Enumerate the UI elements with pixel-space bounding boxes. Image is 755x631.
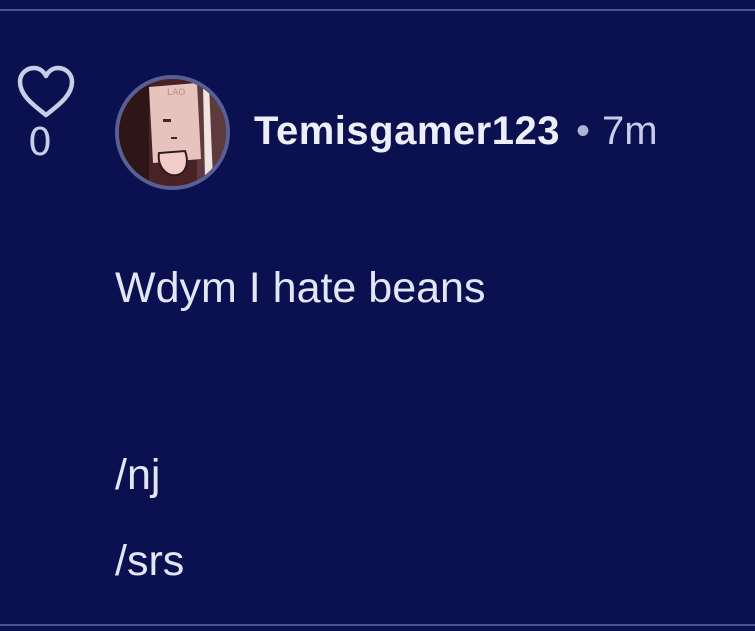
post-text-line: /srs — [115, 537, 185, 585]
post-header: Temisgamer123 • 7m — [254, 106, 658, 156]
like-count: 0 — [27, 120, 53, 164]
bottom-divider — [0, 624, 755, 626]
top-divider — [0, 9, 755, 11]
post-timestamp: 7m — [601, 108, 658, 153]
post-text-line: Wdym I hate beans — [115, 264, 486, 312]
like-button[interactable] — [15, 64, 77, 120]
heart-outline-icon — [17, 65, 75, 118]
like-column: 0 — [14, 64, 78, 164]
post-text-line: /nj — [115, 451, 161, 499]
separator-dot: • — [575, 108, 590, 153]
svg-text:LAO: LAO — [167, 88, 185, 98]
avatar-image: LAO — [119, 79, 226, 186]
author-username[interactable]: Temisgamer123 — [254, 109, 560, 154]
post-body: Wdym I hate beans /nj /srs — [115, 258, 735, 604]
user-avatar[interactable]: LAO — [115, 75, 230, 190]
post-text-line — [115, 344, 735, 432]
